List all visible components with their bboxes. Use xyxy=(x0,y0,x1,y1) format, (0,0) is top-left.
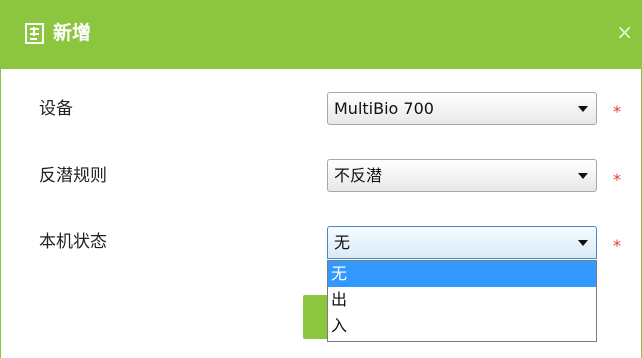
antipassback-select[interactable]: 不反潜 xyxy=(327,159,597,192)
machine-state-select-value: 无 xyxy=(334,233,351,252)
chevron-down-icon xyxy=(578,106,588,112)
chevron-down-icon xyxy=(578,240,588,246)
dropdown-option[interactable]: 无 xyxy=(328,261,596,287)
antipassback-required-mark: * xyxy=(613,170,621,189)
device-select-value: MultiBio 700 xyxy=(334,99,434,118)
machine-state-dropdown: 无 出 入 xyxy=(327,260,597,342)
machine-state-required-mark: * xyxy=(613,236,621,255)
dropdown-option[interactable]: 入 xyxy=(328,313,596,339)
antipassback-label: 反潜规则 xyxy=(39,166,107,186)
machine-state-label: 本机状态 xyxy=(39,232,107,252)
device-label: 设备 xyxy=(39,99,73,119)
dropdown-option[interactable]: 出 xyxy=(328,287,596,313)
add-dialog: 新增 × 设备 MultiBio 700 * 反潜规则 不反潜 * 本机状态 无… xyxy=(0,0,642,358)
close-button[interactable]: × xyxy=(616,22,633,42)
dialog-title: 新增 xyxy=(53,22,92,44)
device-required-mark: * xyxy=(613,102,621,121)
antipassback-select-value: 不反潜 xyxy=(334,166,383,185)
machine-state-select[interactable]: 无 xyxy=(327,226,597,259)
dialog-titlebar: 新增 × xyxy=(1,0,642,69)
device-select[interactable]: MultiBio 700 xyxy=(327,92,597,125)
add-form-icon xyxy=(25,23,44,44)
chevron-down-icon xyxy=(578,173,588,179)
